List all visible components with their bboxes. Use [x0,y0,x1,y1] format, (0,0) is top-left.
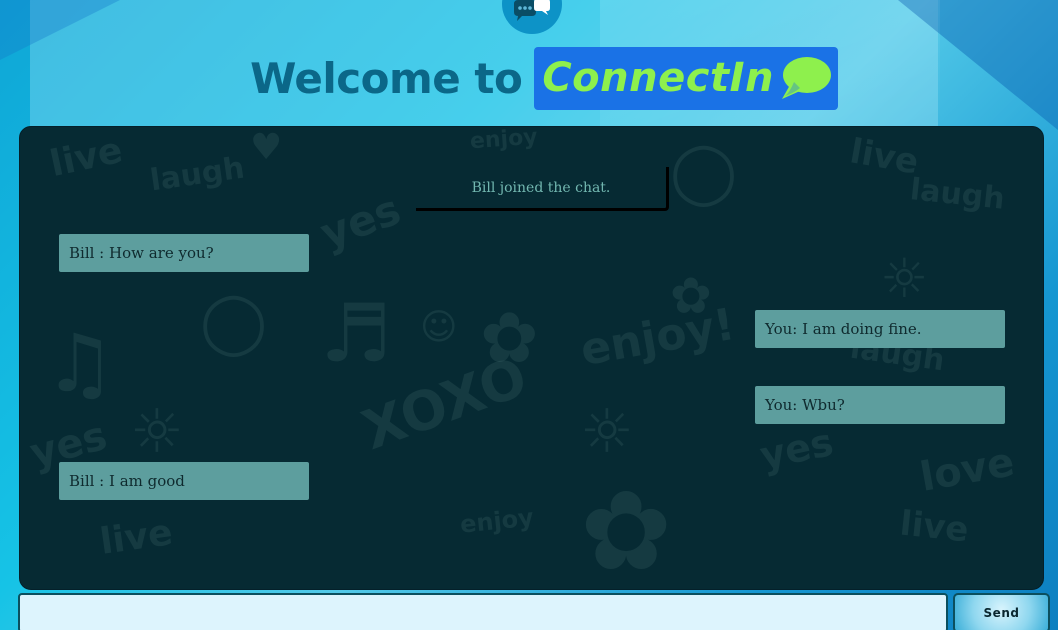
welcome-title: Welcome to [250,53,523,103]
message-bubble-incoming: Bill : I am good [59,462,309,500]
message-bubble-incoming: Bill : How are you? [59,234,309,272]
message-bubble-outgoing: You: Wbu? [755,386,1005,424]
message-input[interactable] [18,593,948,630]
brand-badge: ConnectIn [534,46,838,110]
brand-name: ConnectIn [542,55,774,101]
page-header: Welcome to ConnectIn [0,46,1058,110]
message-bubble-outgoing: You: I am doing fine. [755,310,1005,348]
send-button[interactable]: Send [953,593,1050,630]
chat-bubbles-icon [514,0,550,21]
speech-bubble-icon [781,57,831,99]
system-notice: Bill joined the chat. [416,167,669,211]
chat-window[interactable]: live laugh yes enjoy live laugh enjoy! X… [19,126,1044,590]
app-logo [502,0,562,34]
